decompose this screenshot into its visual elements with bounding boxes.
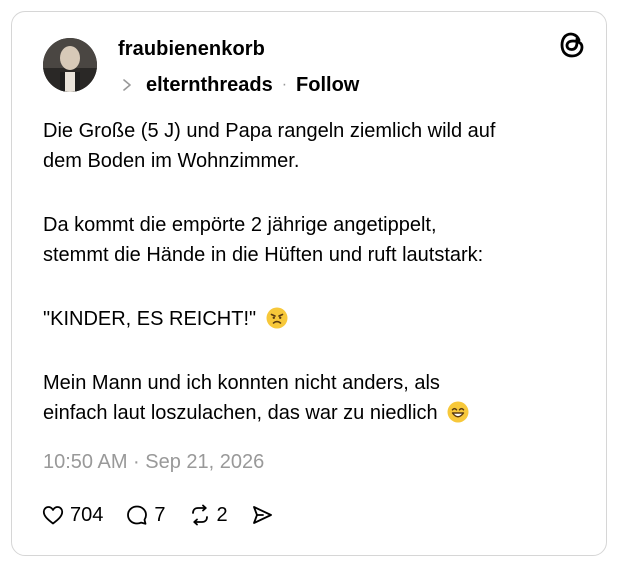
threads-logo-icon[interactable]: [558, 30, 586, 60]
action-bar: 704 7 2: [41, 499, 279, 531]
paragraph-1: Die Große (5 J) und Papa rangeln ziemlic…: [43, 116, 583, 176]
chevron-right-icon: [123, 79, 131, 91]
paragraph-4: Mein Mann und ich konnten nicht anders, …: [43, 368, 583, 428]
text-line: stemmt die Hände in die Hüften und ruft …: [43, 244, 484, 266]
paragraph-3: "KINDER, ES REICHT!": [43, 304, 583, 334]
heart-icon: [42, 506, 64, 525]
avatar[interactable]: [43, 38, 97, 92]
comment-icon: [127, 505, 148, 525]
username[interactable]: fraubienenkorb: [118, 38, 265, 61]
repost-count: 2: [216, 503, 228, 526]
paragraph-2: Da kommt die empörte 2 jährige angetippe…: [43, 210, 583, 270]
send-icon: [252, 506, 272, 524]
avatar-image: [43, 38, 97, 92]
channel-name[interactable]: elternthreads: [146, 74, 273, 97]
post-timestamp: 10:50 AM · Sep 21, 2026: [43, 451, 265, 473]
text-line: Die Große (5 J) und Papa rangeln ziemlic…: [43, 120, 496, 142]
reply-count: 7: [154, 503, 166, 526]
text-line: dem Boden im Wohnzimmer.: [43, 150, 300, 172]
follow-button[interactable]: Follow: [296, 74, 359, 97]
like-count: 704: [70, 503, 104, 526]
text-line: "KINDER, ES REICHT!": [43, 308, 257, 330]
like-button[interactable]: 704: [41, 503, 103, 527]
grinning-face-emoji-icon: [447, 401, 469, 423]
reply-button[interactable]: 7: [125, 503, 166, 527]
text-line: einfach laut loszulachen, das war zu nie…: [43, 402, 438, 424]
angry-face-emoji-icon: [266, 307, 288, 329]
channel-row: elternthreads · Follow: [120, 72, 359, 98]
share-button[interactable]: [250, 503, 279, 527]
repost-icon: [191, 504, 208, 526]
text-line: Mein Mann und ich konnten nicht anders, …: [43, 372, 440, 394]
repost-button[interactable]: 2: [188, 503, 228, 527]
post-text: Die Große (5 J) und Papa rangeln ziemlic…: [43, 116, 583, 428]
separator-dot: ·: [281, 76, 288, 93]
text-line: Da kommt die empörte 2 jährige angetippe…: [43, 214, 437, 236]
